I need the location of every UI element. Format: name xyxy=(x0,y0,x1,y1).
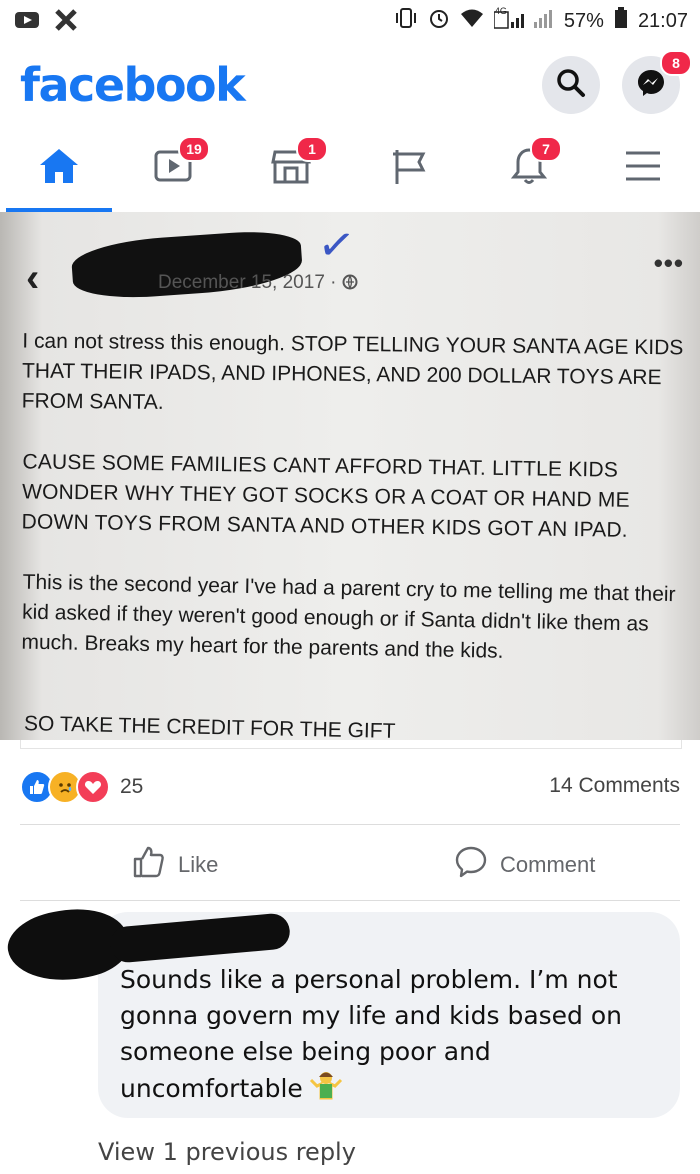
original-paragraph-2: CAUSE SOME FAMILIES CANT AFFORD THAT. LI… xyxy=(21,450,630,542)
messenger-button[interactable]: 8 xyxy=(622,50,692,114)
like-label: Like xyxy=(178,852,219,877)
original-post-date: December 15, 2017 · xyxy=(158,272,358,294)
post-image[interactable]: ‹ ✓ December 15, 2017 · ••• I can not st… xyxy=(0,212,700,740)
main-nav: 19 1 7 xyxy=(0,128,700,213)
divider-bottom xyxy=(20,900,680,901)
tab-pages[interactable] xyxy=(374,142,444,194)
back-arrow-icon: ‹ xyxy=(26,256,40,300)
tab-home[interactable] xyxy=(24,142,94,194)
tab-marketplace[interactable]: 1 xyxy=(256,136,328,194)
thumbs-up-icon xyxy=(132,845,166,885)
image-frame xyxy=(20,740,682,749)
divider-top xyxy=(20,824,680,825)
person-shrugging-icon xyxy=(309,1070,343,1110)
facebook-logo[interactable]: facebook xyxy=(20,58,246,112)
home-icon xyxy=(38,147,80,190)
comment-label: Comment xyxy=(500,852,596,877)
hamburger-menu-icon xyxy=(624,149,662,188)
original-paragraph-3: This is the second year I've had a paren… xyxy=(21,570,676,663)
messenger-badge: 8 xyxy=(660,50,692,76)
view-previous-reply-link[interactable]: View 1 previous reply xyxy=(98,1138,356,1166)
globe-icon xyxy=(342,272,358,293)
tab-menu[interactable] xyxy=(608,142,678,194)
notifications-badge: 7 xyxy=(530,136,562,162)
app-header: facebook 8 xyxy=(0,44,700,128)
search-icon xyxy=(556,68,586,103)
flag-icon xyxy=(389,146,429,191)
vibrate-icon xyxy=(394,7,418,35)
original-paragraph-1: I can not stress this enough. STOP TELLI… xyxy=(21,329,684,414)
signal-icon: 4G xyxy=(493,6,554,36)
comments-count[interactable]: 14 Comments xyxy=(549,774,680,798)
marketplace-badge: 1 xyxy=(296,136,328,162)
watch-badge: 19 xyxy=(178,136,210,162)
comment-bubble-icon xyxy=(454,845,488,885)
like-button[interactable]: Like xyxy=(132,842,218,888)
date-text: December 15, 2017 · xyxy=(158,272,337,293)
love-reaction-icon xyxy=(76,770,110,804)
original-paragraph-cut: SO TAKE THE CREDIT FOR THE GIFT xyxy=(23,712,396,740)
alarm-icon xyxy=(428,7,450,35)
checkmark-icon: ✓ xyxy=(314,218,359,273)
app-x-icon xyxy=(54,8,78,37)
wifi-icon xyxy=(460,8,484,34)
clock: 21:07 xyxy=(637,9,688,32)
battery-percent: 57% xyxy=(563,9,604,32)
comment-body: Sounds like a personal problem. I’m not … xyxy=(120,965,623,1103)
battery-icon xyxy=(614,7,628,35)
tab-watch[interactable]: 19 xyxy=(140,136,210,194)
post-image-content: ‹ ✓ December 15, 2017 · ••• I can not st… xyxy=(0,212,700,740)
reactions-summary[interactable]: 25 xyxy=(20,770,143,804)
more-options-icon: ••• xyxy=(653,248,684,278)
comment-button[interactable]: Comment xyxy=(454,842,595,888)
reaction-count: 25 xyxy=(120,775,144,798)
tab-notifications[interactable]: 7 xyxy=(494,136,564,194)
youtube-icon xyxy=(14,10,40,35)
network-type: 4G xyxy=(494,6,507,16)
search-button[interactable] xyxy=(542,56,600,114)
comment-text: Sounds like a personal problem. I’m not … xyxy=(120,962,660,1110)
status-bar: 4G 57% 21:07 xyxy=(0,0,700,44)
